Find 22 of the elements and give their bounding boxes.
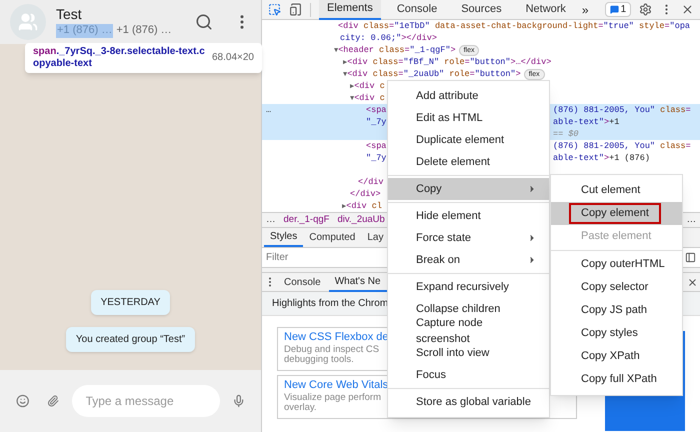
- participants-text: +1 (876) …: [115, 24, 173, 38]
- dom-code-line: <spa: [366, 140, 386, 152]
- chat-title: Test: [56, 6, 83, 24]
- dom-code-line: </div: [358, 176, 384, 188]
- card-description: Debug and inspect CS debugging tools.: [284, 345, 380, 365]
- dom-code-line: <div class="1eTbD" data-asset-chat-background-light="true" style="opa: [338, 20, 690, 32]
- dom-code-line: able-text">+1 (876): [553, 152, 650, 164]
- dom-code-line: "_7y: [366, 116, 386, 128]
- system-message: You created group “Test”: [66, 327, 196, 352]
- dom-code-line: "_7y: [366, 152, 386, 164]
- dom-code-line: (876) 881-2005, You" class=: [553, 104, 691, 116]
- size-text: 68.04×20: [212, 52, 254, 64]
- dom-code-line: <spa: [366, 104, 386, 116]
- dom-code-line: </div>: [350, 188, 381, 200]
- selector-text: span._7yrSq._3-8er.selectable-text.copyable-text: [33, 46, 206, 70]
- dom-code-line: == $0: [553, 128, 579, 140]
- dom-code-line: (876) 881-2005, You" class=: [553, 140, 691, 152]
- card-description: Visualize page perform overlay.: [284, 393, 381, 413]
- date-chip: YESTERDAY: [90, 290, 170, 315]
- dom-code-line: city: 0.06;"></div>: [340, 32, 437, 44]
- dom-code-line: able-text">+1: [553, 116, 620, 128]
- participants-text: +1 (876) …: [56, 24, 114, 38]
